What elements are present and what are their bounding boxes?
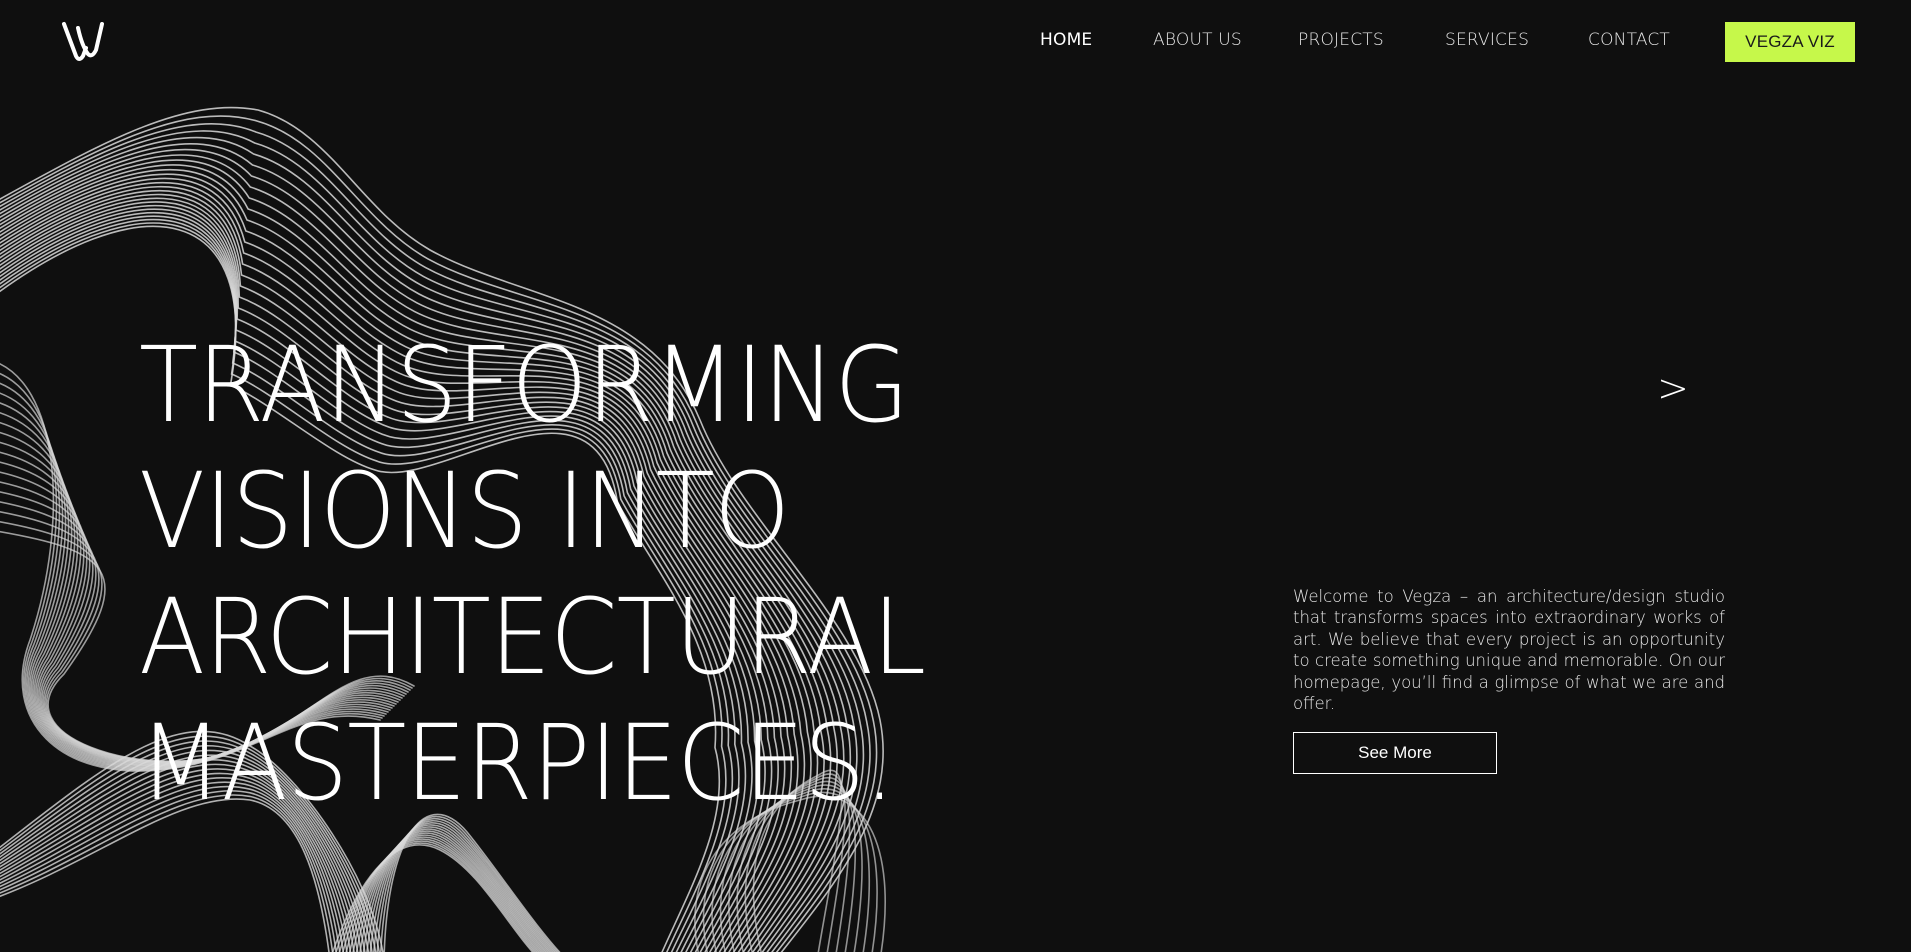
contour-line <box>331 844 534 952</box>
hero-title-line: VISIONS INTO <box>139 450 790 572</box>
nav-projects[interactable]: PROJECTS <box>1298 30 1384 50</box>
intro-paragraph: Welcome to Vegza – an architecture/desig… <box>1293 587 1725 714</box>
contour-line <box>380 815 559 952</box>
nav-home[interactable]: HOME <box>1040 30 1092 50</box>
contour-line <box>352 832 545 952</box>
contour-line <box>342 838 540 952</box>
hero-title-line: TRANSFORMING <box>139 324 909 446</box>
nav-contact[interactable]: CONTACT <box>1588 30 1670 50</box>
contour-line <box>348 834 543 952</box>
vegza-viz-button[interactable]: VEGZA VIZ <box>1725 22 1855 62</box>
contour-line <box>359 828 548 952</box>
hero-title-line: ARCHITECTURAL <box>139 576 926 698</box>
contour-line <box>362 826 550 952</box>
hero-title-line: MASTERPIECES. <box>139 702 895 824</box>
logo-icon[interactable] <box>58 18 110 66</box>
contour-line <box>355 830 547 952</box>
contour-line <box>376 817 557 952</box>
landing-page: HOME ABOUT US PROJECTS SERVICES CONTACT … <box>0 0 1911 952</box>
contour-line <box>335 842 536 952</box>
contour-line <box>345 836 541 952</box>
contour-line <box>373 819 556 952</box>
contour-line <box>366 824 552 952</box>
nav-about-us[interactable]: ABOUT US <box>1153 30 1242 50</box>
nav-services[interactable]: SERVICES <box>1445 30 1529 50</box>
contour-line <box>338 840 538 952</box>
hero-title: TRANSFORMING VISIONS INTO ARCHITECTURAL … <box>139 322 926 826</box>
contour-line <box>383 813 561 952</box>
see-more-button[interactable]: See More <box>1293 732 1497 774</box>
next-arrow-icon[interactable]: > <box>1657 366 1689 410</box>
contour-line <box>369 822 554 952</box>
